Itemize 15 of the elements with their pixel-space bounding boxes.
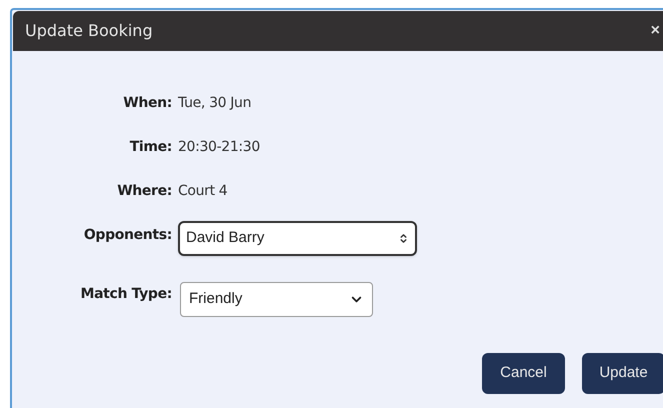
- field-value: Tue, 30 Jun: [178, 94, 252, 113]
- field-label: Match Type:: [80, 285, 172, 304]
- up-down-icon: [398, 233, 409, 244]
- field-label: Opponents:: [82, 226, 172, 245]
- select-field[interactable]: David Barry: [178, 221, 417, 256]
- dialog-title: Update Booking: [25, 20, 153, 42]
- select-field[interactable]: Friendly: [180, 282, 373, 317]
- field-label: Time:: [128, 138, 172, 157]
- field-value: Court 4: [178, 182, 228, 201]
- field-value: 20:30-21:30: [178, 138, 260, 157]
- cancel-button[interactable]: Cancel: [482, 353, 565, 394]
- close-button[interactable]: ×: [650, 23, 660, 39]
- field-label: Where:: [116, 182, 172, 201]
- field-label: When:: [122, 94, 172, 113]
- update-button[interactable]: Update: [582, 353, 663, 394]
